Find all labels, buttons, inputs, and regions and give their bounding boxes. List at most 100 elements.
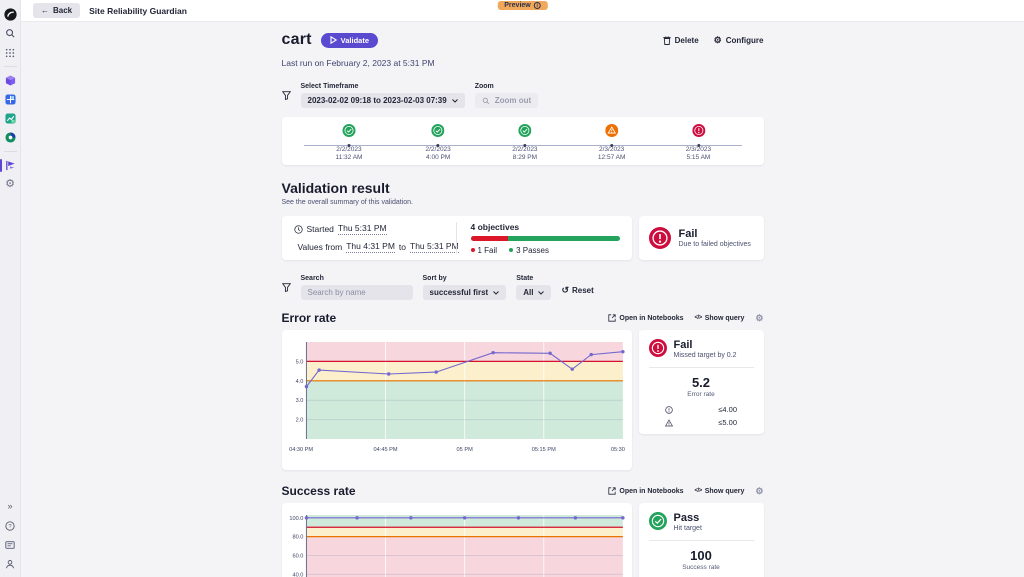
- search-field[interactable]: [301, 285, 413, 300]
- values-from-label: Values from: [298, 242, 343, 252]
- app-title: Site Reliability Guardian: [89, 6, 187, 16]
- page-title: cart: [282, 31, 312, 49]
- chevron-down-icon: [493, 291, 499, 295]
- show-query-button[interactable]: </> Show query: [695, 315, 745, 322]
- pass-status-icon: [342, 124, 355, 137]
- validation-result-subtitle: See the overall summary of this validati…: [282, 199, 764, 206]
- error-rate-result-card: Fail Missed target by 0.2 5.2 Error rate…: [639, 330, 764, 434]
- chevron-down-icon: [538, 291, 544, 295]
- started-label: Started: [307, 224, 334, 234]
- services-app-icon[interactable]: [4, 131, 17, 144]
- main-area: cart Validate Delete ⚙ Configure Last ru…: [21, 22, 1024, 577]
- objective-title-error-rate: Error rate: [282, 311, 337, 325]
- objective-settings-icon[interactable]: ⚙: [755, 487, 763, 496]
- overall-status-card: Fail Due to failed objectives: [639, 216, 764, 260]
- preview-badge[interactable]: Previewi: [497, 1, 547, 10]
- validation-result-heading: Validation result: [282, 180, 764, 196]
- pass-status-icon: [649, 512, 667, 530]
- zoom-out-button[interactable]: Zoom out: [475, 93, 538, 108]
- warning-status-icon: [605, 124, 618, 137]
- result-metric: Error rate: [649, 391, 754, 398]
- apps-grid-icon[interactable]: [4, 46, 17, 59]
- result-value: 5.2: [649, 375, 754, 390]
- fail-status-icon: [649, 339, 667, 357]
- magnifier-icon: [482, 97, 490, 105]
- success-rate-chart[interactable]: 100.080.060.040.020.0: [284, 509, 630, 577]
- chevron-down-icon: [452, 99, 458, 103]
- warning-value: ≤5.00: [718, 418, 737, 427]
- timeline-event-label: 2/3/20235:15 AM: [686, 146, 711, 163]
- back-button[interactable]: ←Back: [33, 3, 80, 18]
- srg-app-icon[interactable]: [4, 159, 17, 172]
- show-query-button[interactable]: </> Show query: [695, 488, 745, 495]
- open-in-notebooks-button[interactable]: Open in Notebooks: [608, 314, 683, 322]
- error-rate-chart[interactable]: 5.04.03.02.004:30 PM04:45 PM05 PM05:15 P…: [284, 336, 630, 464]
- svg-text:04:45 PM: 04:45 PM: [373, 447, 397, 453]
- timeline-event[interactable]: 2/3/202312:57 AM: [598, 117, 625, 163]
- pass-legend: 3 Passes: [509, 246, 549, 255]
- timeline-event[interactable]: 2/2/202311:32 AM: [335, 117, 362, 163]
- search-icon[interactable]: [4, 27, 17, 40]
- sort-by-select[interactable]: successful first: [423, 285, 507, 300]
- result-status: Pass: [674, 512, 702, 524]
- search-label: Search: [301, 275, 413, 282]
- values-from-value[interactable]: Thu 4:31 PM: [346, 241, 395, 253]
- timeline-event[interactable]: 2/2/20234:00 PM: [425, 117, 450, 163]
- kubernetes-app-icon[interactable]: [4, 74, 17, 87]
- result-detail: Missed target by 0.2: [674, 352, 737, 359]
- back-arrow-icon: ←: [41, 6, 49, 15]
- notebooks-app-icon[interactable]: [4, 112, 17, 125]
- overall-status-title: Fail: [679, 228, 751, 240]
- timeline-event[interactable]: 2/2/20238:29 PM: [512, 117, 537, 163]
- search-input[interactable]: [308, 288, 393, 297]
- last-run-text: Last run on February 2, 2023 at 5:31 PM: [282, 58, 764, 68]
- sidebar-divider: [4, 66, 17, 67]
- reset-button[interactable]: ↺Reset: [561, 285, 593, 296]
- open-in-notebooks-button[interactable]: Open in Notebooks: [608, 487, 683, 495]
- state-select[interactable]: All: [516, 285, 551, 300]
- svg-text:?: ?: [8, 524, 12, 530]
- dashboards-app-icon[interactable]: [4, 93, 17, 106]
- timeframe-label: Select Timeframe: [301, 83, 465, 90]
- svg-text:05:30: 05:30: [610, 447, 624, 453]
- fail-legend: 1 Fail: [471, 246, 498, 255]
- result-value: 100: [649, 548, 754, 563]
- account-icon[interactable]: [4, 557, 17, 570]
- dynatrace-logo-icon[interactable]: [4, 8, 17, 21]
- help-icon[interactable]: ?: [4, 519, 17, 532]
- objective-title-success-rate: Success rate: [282, 484, 356, 498]
- svg-text:05:15 PM: 05:15 PM: [531, 447, 555, 453]
- objective-settings-icon[interactable]: ⚙: [755, 314, 763, 323]
- warning-icon: [665, 419, 673, 427]
- svg-text:2.0: 2.0: [295, 418, 303, 424]
- configure-button[interactable]: ⚙ Configure: [714, 35, 764, 46]
- reset-icon: ↺: [561, 285, 569, 296]
- fail-status-icon: [649, 227, 671, 249]
- filter-funnel-icon: [282, 279, 291, 297]
- gear-icon: ⚙: [714, 35, 722, 46]
- values-to-value[interactable]: Thu 5:31 PM: [410, 241, 459, 253]
- open-in-notebooks-icon: [608, 487, 616, 495]
- timeframe-select[interactable]: 2023-02-02 09:18 to 2023-02-03 07:39: [301, 93, 465, 108]
- svg-text:5.0: 5.0: [295, 359, 303, 365]
- started-value[interactable]: Thu 5:31 PM: [338, 223, 387, 235]
- expand-sidebar-icon[interactable]: »: [4, 500, 17, 513]
- sort-by-label: Sort by: [423, 275, 507, 282]
- code-icon: </>: [695, 315, 702, 321]
- svg-text:60.0: 60.0: [292, 554, 303, 560]
- svg-text:80.0: 80.0: [292, 535, 303, 541]
- sidebar-divider: [4, 151, 17, 152]
- timeline-event-label: 2/2/202311:32 AM: [335, 146, 362, 163]
- error-rate-chart-card: 5.04.03.02.004:30 PM04:45 PM05 PM05:15 P…: [282, 330, 632, 470]
- app-sidebar: ⚙ » ?: [0, 0, 21, 577]
- whats-new-icon[interactable]: [4, 538, 17, 551]
- success-rate-chart-card: 100.080.060.040.020.0: [282, 503, 632, 577]
- code-icon: </>: [695, 488, 702, 494]
- topbar: ←Back Site Reliability Guardian Previewi: [21, 0, 1024, 22]
- timeline-event[interactable]: 2/3/20235:15 AM: [686, 117, 711, 163]
- delete-button[interactable]: Delete: [663, 36, 699, 45]
- svg-text:05 PM: 05 PM: [456, 447, 473, 453]
- overall-status-reason: Due to failed objectives: [679, 241, 751, 248]
- validate-button[interactable]: Validate: [321, 33, 378, 48]
- settings-app-icon[interactable]: ⚙: [4, 178, 17, 191]
